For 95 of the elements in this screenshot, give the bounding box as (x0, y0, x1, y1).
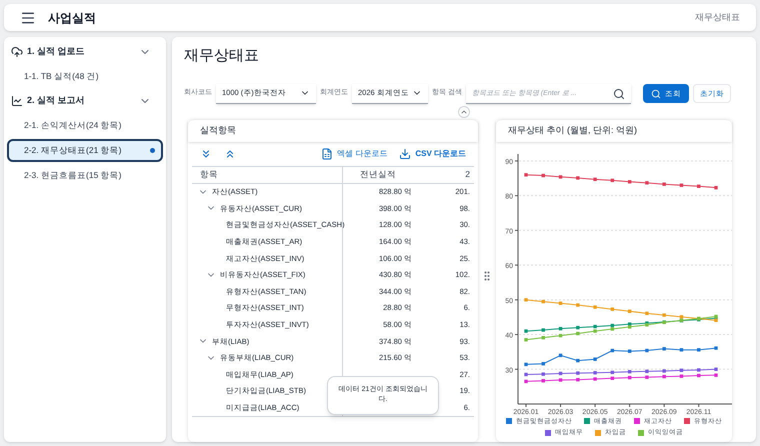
point (714, 318, 718, 322)
point (593, 324, 597, 328)
point (558, 333, 562, 337)
point (558, 301, 562, 305)
breadcrumb: 재무상태표 (695, 10, 740, 24)
point (593, 376, 597, 380)
point (714, 372, 718, 376)
point (558, 326, 562, 330)
point (576, 176, 580, 180)
point (524, 362, 528, 366)
point (593, 370, 597, 374)
point (645, 180, 649, 184)
point (610, 348, 614, 352)
sidebar-item[interactable]: 2-2. 재무상태표(21 항목) (7, 139, 163, 162)
point (593, 304, 597, 308)
point (645, 311, 649, 315)
point (558, 371, 562, 375)
point (542, 299, 545, 303)
point (542, 173, 545, 177)
chart-icon (11, 95, 23, 107)
point (576, 358, 580, 362)
point (610, 370, 614, 374)
point (628, 370, 632, 373)
spreadsheet-icon (321, 148, 334, 160)
point (662, 346, 666, 350)
download-icon (399, 148, 412, 160)
point (680, 374, 684, 378)
point (645, 369, 649, 373)
point (576, 302, 580, 306)
card-title: 실적항목 (188, 120, 478, 142)
sidebar-group[interactable]: 1. 실적 업로드 (7, 41, 163, 63)
point (542, 372, 545, 376)
point (542, 335, 545, 339)
point (680, 368, 684, 372)
point (628, 324, 632, 328)
point (610, 326, 614, 330)
point (662, 182, 666, 186)
point (593, 177, 597, 181)
point (662, 312, 666, 316)
excel-download-button[interactable]: 엑셀 다운로드 (321, 148, 388, 160)
point (697, 373, 700, 377)
column-header: 전년실적 (342, 168, 422, 181)
point (714, 346, 718, 350)
card-title: 재무상태 추이 (월별, 단위: 억원) (496, 120, 732, 142)
point (697, 348, 700, 352)
app-title: 사업실적 (48, 10, 96, 26)
point (697, 368, 700, 372)
point (680, 348, 684, 352)
point (628, 349, 632, 352)
point (610, 307, 614, 310)
point (628, 180, 632, 183)
point (524, 172, 528, 176)
column-header: 항목 (199, 168, 219, 181)
point (524, 379, 528, 383)
point (714, 367, 718, 370)
point (645, 375, 649, 378)
collapse-all-icon[interactable] (224, 148, 236, 160)
point (628, 375, 632, 379)
point (610, 323, 614, 327)
point (680, 314, 684, 318)
point (542, 378, 545, 382)
point (662, 368, 666, 372)
csv-download-button[interactable]: CSV 다운로드 (399, 148, 466, 160)
search-icon (650, 88, 661, 98)
point (593, 357, 597, 360)
point (558, 174, 562, 178)
expand-all-icon[interactable] (200, 148, 212, 160)
column-header: 2 (464, 168, 471, 181)
point (524, 328, 528, 332)
point (542, 362, 545, 365)
point (558, 353, 562, 357)
point (645, 348, 649, 352)
cloud-upload-icon (11, 46, 23, 58)
point (576, 331, 580, 335)
point (593, 328, 597, 332)
point (680, 183, 684, 186)
point (662, 374, 666, 378)
point (524, 338, 528, 341)
point (542, 328, 545, 332)
point (714, 185, 718, 189)
point (610, 376, 614, 380)
point (697, 184, 700, 188)
sidebar-item[interactable]: 2-3. 현금흐름표(15 항목) (7, 164, 163, 187)
point (628, 309, 632, 312)
sidebar-item[interactable]: 2-1. 손익계산서(24 항목) (7, 114, 163, 137)
sidebar-item[interactable]: 1-1. TB 실적(48 건) (7, 65, 163, 88)
collapse-button[interactable] (458, 106, 470, 118)
point (524, 298, 528, 302)
point (576, 370, 580, 374)
point (610, 178, 614, 182)
search-icon[interactable] (612, 88, 625, 100)
point (576, 325, 580, 329)
sidebar-group[interactable]: 2. 실적 보고서 (7, 90, 163, 112)
menu-icon[interactable] (20, 10, 36, 26)
page-title: 재무상태표 (184, 46, 260, 66)
